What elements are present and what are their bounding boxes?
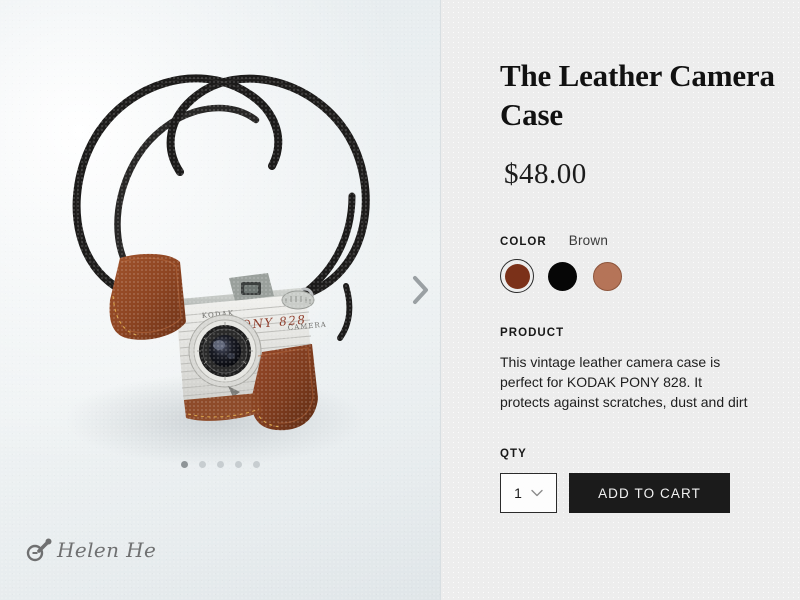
product-photo: KODAK PONY 828 CAMERA: [0, 0, 440, 600]
quantity-select[interactable]: 1: [500, 473, 557, 513]
chevron-right-icon: [413, 276, 428, 304]
product-page: KODAK PONY 828 CAMERA Helen He The Leath…: [0, 0, 800, 600]
product-description-section: PRODUCT This vintage leather camera case…: [500, 323, 800, 412]
product-gallery: KODAK PONY 828 CAMERA Helen He: [0, 0, 441, 600]
purchase-section: QTY 1 ADD TO CART: [500, 444, 800, 513]
gallery-dot-1[interactable]: [180, 461, 188, 468]
color-swatch-tan[interactable]: [590, 259, 624, 293]
color-swatch-black[interactable]: [545, 259, 579, 293]
gallery-dot-5[interactable]: [252, 461, 260, 468]
product-details-panel: The Leather Camera Case $48.00 COLOR Bro…: [441, 0, 800, 600]
color-swatches[interactable]: [500, 259, 800, 293]
chevron-down-icon: [531, 489, 543, 497]
product-description: This vintage leather camera case is perf…: [500, 354, 748, 410]
product-price: $48.00: [504, 158, 587, 190]
color-swatch-brown[interactable]: [500, 259, 534, 293]
watermark-text: Helen He: [57, 538, 157, 562]
quantity-value: 1: [514, 485, 522, 501]
camera-icon: [26, 538, 52, 562]
color-label: COLOR: [500, 236, 547, 248]
product-label: PRODUCT: [500, 327, 565, 339]
add-to-cart-button[interactable]: ADD TO CART: [569, 473, 730, 513]
qty-label: QTY: [500, 448, 527, 460]
gallery-dot-4[interactable]: [234, 461, 242, 468]
page-title: The Leather Camera Case: [500, 58, 775, 132]
gallery-dot-3[interactable]: [216, 461, 224, 468]
camera-photo-illustration: KODAK PONY 828 CAMERA: [65, 74, 370, 466]
color-section-header: COLOR Brown: [500, 233, 800, 248]
gallery-pagination-dots[interactable]: [0, 461, 440, 468]
color-chip-black: [547, 261, 577, 291]
gallery-next-button[interactable]: [404, 268, 438, 312]
color-chip-brown: [504, 263, 530, 289]
watermark: Helen He: [26, 538, 156, 562]
color-chip-tan: [592, 261, 622, 291]
gallery-dot-2[interactable]: [198, 461, 206, 468]
selected-color-value: Brown: [568, 233, 609, 248]
